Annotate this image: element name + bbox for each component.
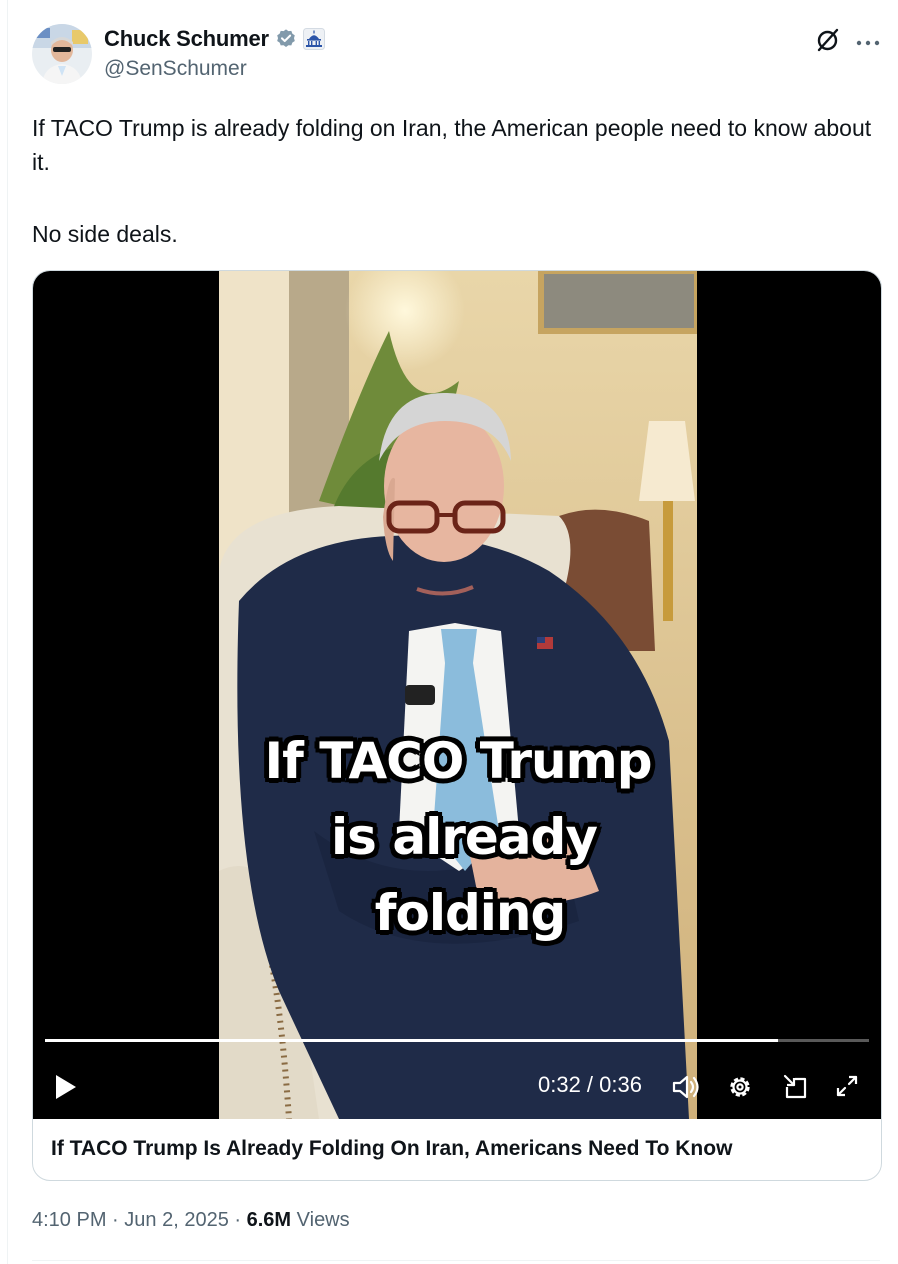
tweet-time[interactable]: 4:10 PM bbox=[32, 1209, 106, 1231]
tweet-text-line: If TACO Trump is already folding on Iran… bbox=[32, 115, 872, 175]
video-still bbox=[219, 271, 697, 1119]
author-name-row[interactable]: Chuck Schumer bbox=[104, 24, 325, 54]
verified-badge-icon[interactable] bbox=[275, 28, 297, 50]
video-caption-line: folding bbox=[374, 884, 567, 942]
grok-icon[interactable] bbox=[815, 27, 841, 53]
video-caption-line: If TACO Trump bbox=[264, 732, 652, 790]
views-label: Views bbox=[296, 1209, 350, 1231]
tweet-metadata: 4:10 PM · Jun 2, 2025 · 6.6M Views bbox=[32, 1209, 350, 1232]
video-frame[interactable]: If TACO Trump is already folding bbox=[219, 271, 697, 1119]
video-caption-line: is already bbox=[331, 808, 598, 866]
us-capitol-icon[interactable] bbox=[302, 28, 325, 50]
fullscreen-icon[interactable] bbox=[834, 1073, 860, 1104]
bottom-divider bbox=[32, 1260, 880, 1261]
video-player[interactable]: If TACO Trump is already folding 0:32 / … bbox=[33, 271, 881, 1119]
settings-gear-icon[interactable] bbox=[726, 1073, 754, 1106]
author-display-name[interactable]: Chuck Schumer bbox=[104, 26, 269, 52]
video-progress-fill bbox=[45, 1039, 778, 1042]
media-link-title[interactable]: If TACO Trump Is Already Folding On Iran… bbox=[51, 1137, 732, 1161]
meta-separator: · bbox=[234, 1209, 242, 1231]
volume-icon[interactable] bbox=[671, 1073, 701, 1106]
tweet-date[interactable]: Jun 2, 2025 bbox=[124, 1209, 229, 1231]
views-count[interactable]: 6.6M bbox=[247, 1209, 291, 1231]
picture-in-picture-icon[interactable] bbox=[781, 1073, 809, 1106]
video-progress-bar[interactable] bbox=[45, 1039, 869, 1042]
column-divider bbox=[7, 0, 8, 1264]
meta-separator: · bbox=[112, 1209, 119, 1231]
tweet-text-line: No side deals. bbox=[32, 221, 178, 247]
video-caption: If TACO Trump is already folding bbox=[219, 723, 697, 951]
play-icon[interactable] bbox=[53, 1073, 79, 1106]
avatar[interactable] bbox=[32, 24, 92, 84]
author-handle[interactable]: @SenSchumer bbox=[104, 57, 247, 81]
more-options-icon[interactable] bbox=[856, 35, 880, 46]
media-card[interactable]: If TACO Trump is already folding 0:32 / … bbox=[32, 270, 882, 1181]
tweet-text: If TACO Trump is already folding on Iran… bbox=[32, 111, 872, 251]
video-time: 0:32 / 0:36 bbox=[538, 1072, 642, 1097]
